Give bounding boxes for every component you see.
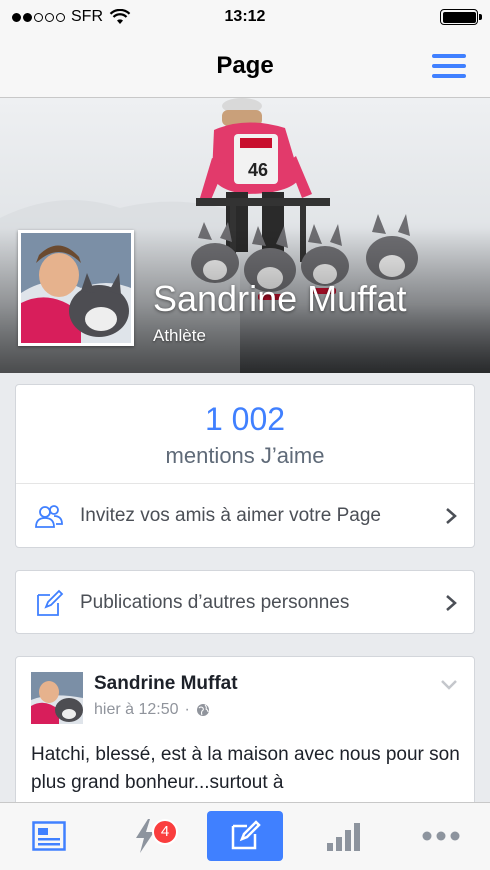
post-author-name[interactable]: Sandrine Muffat (94, 673, 238, 695)
feed-icon (32, 821, 66, 851)
signal-strength-icon (12, 12, 65, 22)
post-meta: hier à 12:50 · (94, 701, 210, 719)
page-category: Athlète (153, 326, 206, 345)
battery-icon (440, 9, 482, 25)
tab-compose[interactable] (207, 811, 283, 861)
page-title: Page (216, 51, 274, 79)
hamburger-menu-icon[interactable] (432, 52, 466, 80)
invite-friends-label: Invitez vos amis à aimer votre Page (80, 505, 381, 526)
nav-bar: Page (0, 34, 490, 98)
wifi-icon (109, 9, 131, 24)
globe-icon (196, 704, 209, 716)
chevron-right-icon (446, 508, 457, 524)
profile-picture-image (21, 233, 131, 343)
posts-by-others-card[interactable]: Publications d’autres personnes (15, 570, 475, 634)
post-author-avatar[interactable] (31, 672, 83, 724)
page-name: Sandrine Muffat (153, 278, 407, 319)
friends-icon (35, 505, 63, 528)
chevron-down-icon[interactable] (440, 679, 458, 691)
tab-notifications[interactable]: 4 (107, 811, 183, 861)
likes-card: 1 002 mentions J’aime Invitez vos amis à… (15, 384, 475, 548)
invite-friends-row[interactable]: Invitez vos amis à aimer votre Page (16, 484, 474, 548)
likes-label: mentions J’aime (165, 443, 325, 468)
meta-separator: · (184, 701, 190, 718)
posts-by-others-row[interactable]: Publications d’autres personnes (16, 571, 474, 635)
cover-photo[interactable]: 46 Sandrine Muffat Athlète (0, 98, 490, 373)
status-bar: SFR 13:12 (0, 0, 490, 34)
bib-number: 46 (248, 160, 268, 180)
post-text: Hatchi, blessé, est à la maison avec nou… (31, 744, 460, 793)
compose-icon (231, 820, 261, 850)
tab-insights[interactable] (305, 811, 381, 861)
likes-count[interactable]: 1 002 (16, 401, 474, 438)
post-author-avatar-image (31, 672, 83, 724)
tab-feed[interactable] (11, 811, 87, 861)
compose-icon (37, 589, 64, 616)
carrier-label: SFR (71, 8, 103, 25)
post-card: Sandrine Muffat hier à 12:50 · Hatchi, b… (15, 656, 475, 816)
notifications-badge: 4 (152, 819, 178, 845)
tab-more[interactable] (403, 811, 479, 861)
tab-bar: 4 (0, 802, 490, 870)
chevron-right-icon (446, 595, 457, 611)
insights-bars-icon (327, 823, 360, 851)
post-timestamp[interactable]: hier à 12:50 (94, 701, 179, 719)
profile-picture[interactable] (18, 230, 134, 346)
status-left: SFR (12, 8, 131, 26)
more-dots-icon (422, 831, 460, 841)
posts-by-others-label: Publications d’autres personnes (80, 592, 350, 613)
